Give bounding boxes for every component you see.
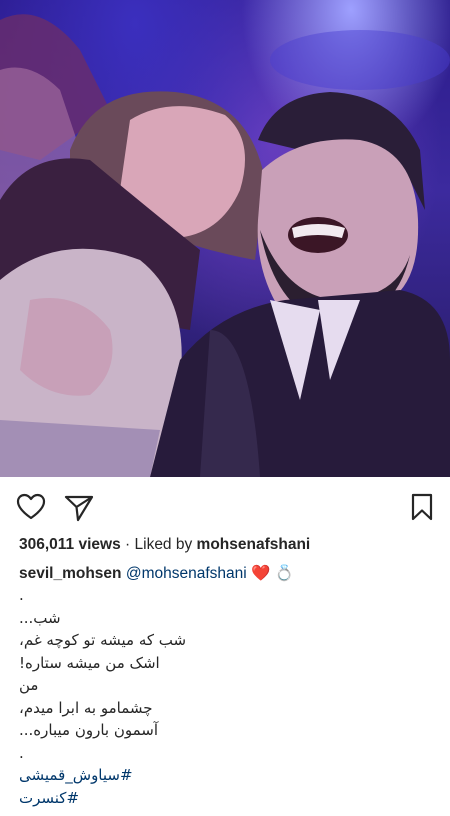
post-meta: 306,011 views · Liked by mohsenafshani s…: [0, 535, 450, 809]
caption-mention[interactable]: @mohsenafshani: [126, 565, 247, 582]
caption-body: . شب... شب که میشه تو کوچه غم، اشک من می…: [19, 584, 279, 809]
views-count[interactable]: 306,011 views: [19, 536, 121, 553]
caption-line: چشمامو به ابرا میدم،: [19, 698, 153, 717]
post-photo[interactable]: [0, 0, 450, 477]
heart-emoji: ❤️: [251, 565, 271, 582]
caption-line: آسمون بارون میباره...: [19, 721, 159, 739]
caption-line: اشک من میشه ستاره!: [19, 653, 160, 672]
author-username[interactable]: sevil_mohsen: [19, 565, 122, 582]
photo-illustration: [0, 14, 450, 477]
paper-plane-icon[interactable]: [64, 494, 94, 522]
liked-by-user[interactable]: mohsenafshani: [197, 536, 311, 553]
heart-outline-icon[interactable]: [16, 493, 46, 521]
post-action-bar: [0, 477, 450, 535]
caption-line: شب که میشه تو کوچه غم،: [19, 631, 187, 649]
views-and-likes: 306,011 views · Liked by mohsenafshani: [19, 535, 450, 555]
ring-emoji: 💍: [274, 565, 294, 582]
caption-line: من: [19, 676, 39, 694]
hashtag-link[interactable]: #کنسرت: [19, 787, 279, 810]
caption-line: .: [19, 743, 24, 762]
liked-by-prefix: · Liked by: [125, 536, 193, 553]
hashtag-link[interactable]: #سیاوش_قمیشی: [19, 764, 279, 787]
caption-header: sevil_mohsen @mohsenafshani ❤️ 💍: [19, 564, 450, 584]
caption-line: شب...: [19, 608, 61, 627]
caption-line: .: [19, 586, 24, 604]
bookmark-icon[interactable]: [411, 493, 433, 521]
